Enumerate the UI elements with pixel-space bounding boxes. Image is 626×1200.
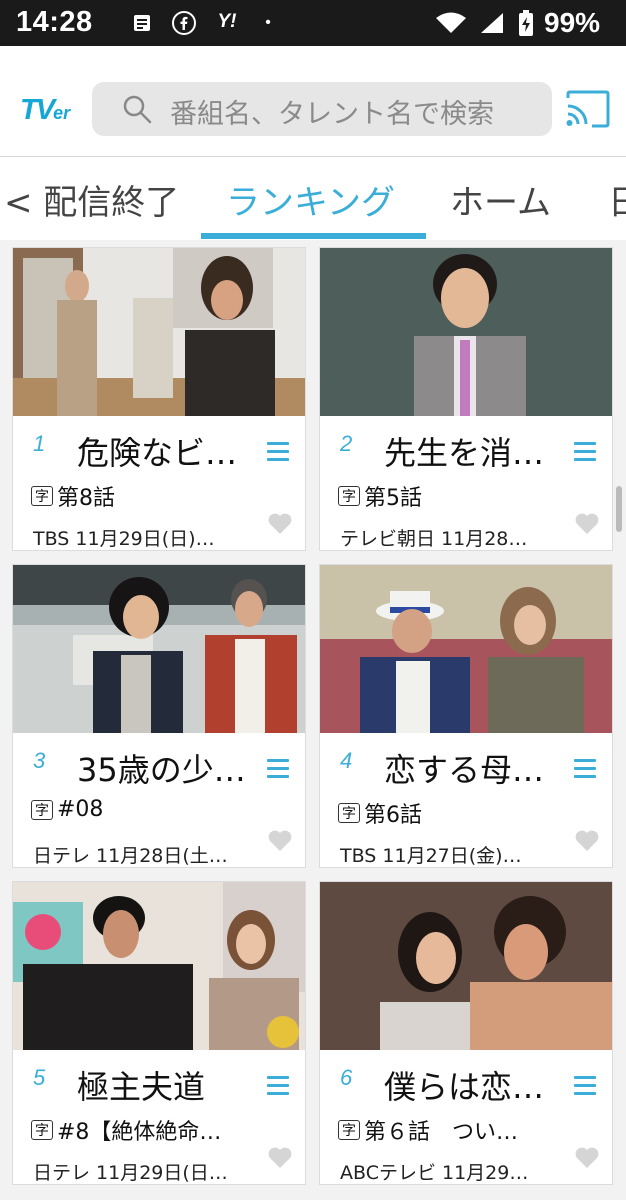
rank-number: 3	[33, 748, 46, 773]
cell-signal-icon	[477, 12, 507, 34]
status-bar: 14:28 Y! • 99%	[0, 0, 626, 46]
heart-icon[interactable]	[267, 512, 293, 536]
scrollbar[interactable]	[616, 486, 622, 532]
heart-icon[interactable]	[574, 1146, 600, 1170]
facebook-icon	[172, 11, 196, 35]
menu-icon[interactable]	[574, 442, 596, 464]
tab-bar: < 配信終了 ランキング ホーム 日	[0, 156, 626, 241]
program-title[interactable]: 35歳の少…	[77, 745, 257, 791]
rank-number: 4	[340, 748, 353, 773]
program-title[interactable]: 危険なビ…	[77, 428, 257, 474]
broadcast-info: テレビ朝日 11月28…	[340, 528, 528, 550]
notification-doc-icon	[132, 12, 152, 34]
logo-sub-text: er	[53, 103, 71, 123]
battery-charging-icon	[516, 10, 536, 36]
thumbnail-4[interactable]	[320, 565, 612, 733]
search-input[interactable]: 番組名、タレント名で検索	[92, 82, 552, 136]
episode-line: 字第6話	[338, 797, 596, 829]
ranking-card-5[interactable]: 5 極主夫道 字 #8【絶体絶命… 日テレ 11月29日(日…	[12, 881, 306, 1185]
episode-label: #8【絶体絶命…	[57, 1120, 222, 1145]
ranking-card-2[interactable]: 2 先生を消… 字第5話 テレビ朝日 11月28…	[319, 247, 613, 551]
tab-ranking[interactable]: ランキング	[226, 175, 395, 224]
active-tab-indicator	[201, 233, 426, 239]
yahoo-icon: Y!	[217, 11, 237, 32]
subtitle-badge-icon: 字	[338, 1120, 360, 1140]
thumbnail-5[interactable]	[13, 882, 305, 1050]
episode-label: 第5話	[364, 486, 422, 511]
program-title[interactable]: 極主夫道	[77, 1062, 257, 1108]
ranking-card-4[interactable]: 4 恋する母… 字第6話 TBS 11月27日(金)…	[319, 564, 613, 868]
menu-icon[interactable]	[267, 1076, 289, 1098]
broadcast-info: TBS 11月27日(金)…	[340, 845, 522, 867]
episode-line: 字 #08	[31, 797, 289, 822]
heart-icon[interactable]	[267, 1146, 293, 1170]
cast-icon[interactable]	[566, 90, 610, 128]
menu-icon[interactable]	[267, 442, 289, 464]
ranking-card-6[interactable]: 6 僕らは恋… 字第６話 つい… ABCテレビ 11月29…	[319, 881, 613, 1185]
heart-icon[interactable]	[574, 829, 600, 853]
rank-number: 2	[340, 431, 353, 456]
broadcast-info: 日テレ 11月28日(土…	[33, 845, 228, 867]
app-header: TVer 番組名、タレント名で検索	[0, 46, 626, 156]
search-placeholder: 番組名、タレント名で検索	[170, 99, 494, 130]
rank-number: 5	[33, 1065, 46, 1090]
episode-label: 第8話	[57, 486, 115, 511]
search-icon	[123, 95, 152, 124]
menu-icon[interactable]	[267, 759, 289, 781]
tab-ended[interactable]: < 配信終了	[4, 175, 179, 224]
program-title[interactable]: 僕らは恋…	[384, 1062, 564, 1108]
episode-line: 字第5話	[338, 480, 596, 512]
ranking-grid: 1 危険なビ… 字第8話 TBS 11月29日(日)… 2 先生を消… 字第5話…	[0, 240, 626, 1200]
program-title[interactable]: 恋する母…	[384, 745, 564, 791]
episode-line: 字 #8【絶体絶命…	[31, 1114, 289, 1146]
tver-logo[interactable]: TVer	[20, 94, 70, 127]
episode-line: 字第６話 つい…	[338, 1114, 596, 1146]
status-time: 14:28	[16, 6, 93, 38]
notification-dot-icon: •	[265, 14, 271, 31]
episode-label: 第６話 つい…	[364, 1120, 519, 1145]
broadcast-info: ABCテレビ 11月29…	[340, 1162, 529, 1184]
heart-icon[interactable]	[574, 512, 600, 536]
subtitle-badge-icon: 字	[31, 799, 53, 820]
subtitle-badge-icon: 字	[31, 1120, 53, 1140]
subtitle-badge-icon: 字	[338, 803, 360, 823]
thumbnail-1[interactable]	[13, 248, 305, 416]
battery-percentage: 99%	[544, 7, 601, 38]
tab-home[interactable]: ホーム	[450, 175, 551, 224]
ranking-card-3[interactable]: 3 35歳の少… 字 #08 日テレ 11月28日(土…	[12, 564, 306, 868]
rank-number: 6	[340, 1065, 353, 1090]
broadcast-info: 日テレ 11月29日(日…	[33, 1162, 228, 1184]
episode-line: 字第8話	[31, 480, 289, 512]
thumbnail-3[interactable]	[13, 565, 305, 733]
episode-label: 第6話	[364, 803, 422, 828]
episode-label: #08	[57, 797, 104, 822]
heart-icon[interactable]	[267, 829, 293, 853]
subtitle-badge-icon: 字	[31, 486, 53, 506]
menu-icon[interactable]	[574, 759, 596, 781]
rank-number: 1	[33, 431, 46, 456]
subtitle-badge-icon: 字	[338, 486, 360, 506]
thumbnail-2[interactable]	[320, 248, 612, 416]
program-title[interactable]: 先生を消…	[384, 428, 564, 474]
wifi-icon	[434, 12, 468, 34]
menu-icon[interactable]	[574, 1076, 596, 1098]
tab-next[interactable]: 日	[608, 175, 626, 224]
broadcast-info: TBS 11月29日(日)…	[33, 528, 215, 550]
logo-main-text: TV	[20, 94, 55, 126]
ranking-card-1[interactable]: 1 危険なビ… 字第8話 TBS 11月29日(日)…	[12, 247, 306, 551]
thumbnail-6[interactable]	[320, 882, 612, 1050]
